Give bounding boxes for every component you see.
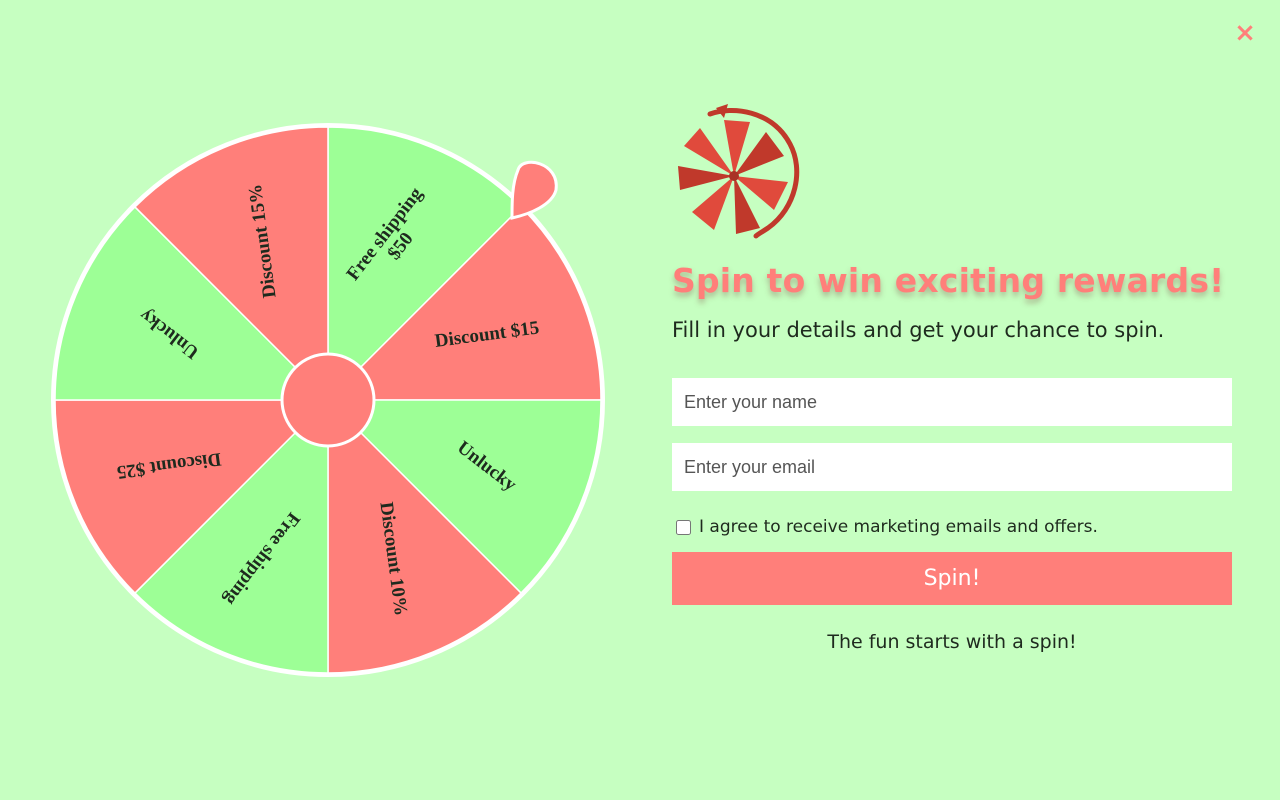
prize-wheel-graphic: Free shipping$50Discount $15UnluckyDisco…: [51, 123, 605, 677]
close-icon[interactable]: ×: [1232, 20, 1258, 46]
spin-popup: × Free shipping$50 Discount $15 Unlucky Dis…: [0, 0, 1280, 800]
wheel-pointer-icon: [510, 160, 558, 220]
spin-wheel-logo-icon: [678, 104, 800, 239]
email-input[interactable]: [672, 443, 1232, 491]
spin-button[interactable]: Spin!: [672, 552, 1232, 605]
consent-label: I agree to receive marketing emails and …: [699, 517, 1098, 537]
name-input[interactable]: [672, 378, 1232, 426]
consent-row[interactable]: I agree to receive marketing emails and …: [672, 517, 1232, 537]
subtitle: Fill in your details and get your chance…: [672, 318, 1165, 342]
headline: Spin to win exciting rewards!: [672, 261, 1225, 300]
wheel-hub: [280, 352, 376, 448]
tagline: The fun starts with a spin!: [827, 631, 1077, 653]
signup-panel: Spin to win exciting rewards! Fill in yo…: [672, 104, 1232, 653]
prize-wheel[interactable]: Free shipping$50 Discount $15 Unlucky Disco…: [50, 110, 620, 680]
consent-checkbox[interactable]: [676, 519, 691, 535]
